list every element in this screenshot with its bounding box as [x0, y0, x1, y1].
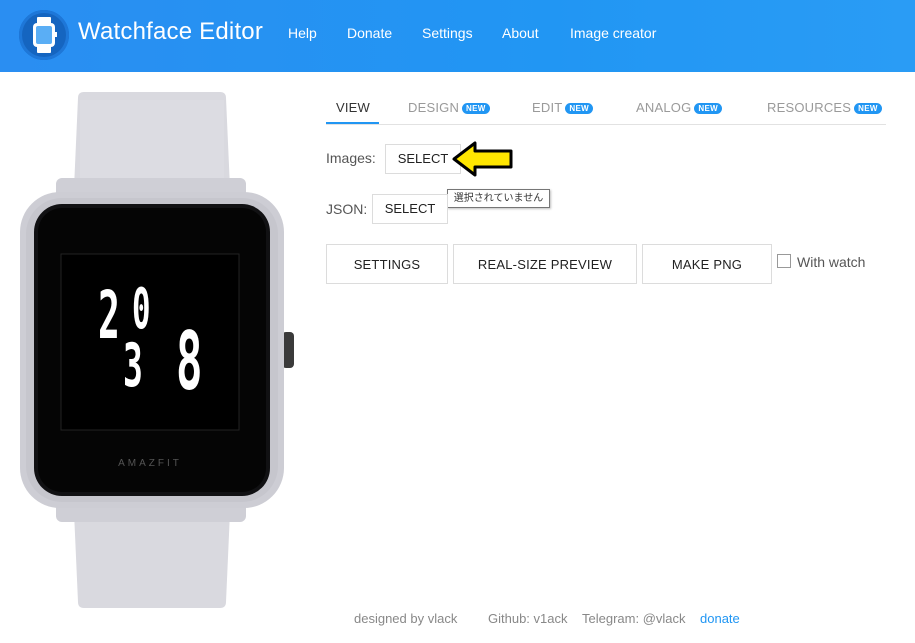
- nav-help[interactable]: Help: [288, 25, 317, 41]
- tab-resources[interactable]: RESOURCES NEW: [767, 100, 882, 115]
- tab-design[interactable]: DESIGN NEW: [408, 100, 490, 115]
- app-header: Watchface Editor Help Donate Settings Ab…: [0, 0, 915, 72]
- time-digit: 3: [123, 331, 143, 401]
- new-badge: NEW: [462, 103, 490, 114]
- tab-analog[interactable]: ANALOG NEW: [636, 100, 722, 115]
- footer-donate-link[interactable]: donate: [700, 611, 740, 626]
- tab-view[interactable]: VIEW: [336, 100, 370, 115]
- make-png-button[interactable]: MAKE PNG: [642, 244, 772, 284]
- time-digit: 8: [176, 315, 203, 408]
- real-size-preview-button[interactable]: REAL-SIZE PREVIEW: [453, 244, 637, 284]
- arrow-pointer-icon: [452, 141, 513, 177]
- new-badge: NEW: [565, 103, 593, 114]
- nav-settings[interactable]: Settings: [422, 25, 473, 41]
- app-title: Watchface Editor: [78, 18, 264, 45]
- tab-label: RESOURCES: [767, 100, 852, 115]
- nav-image-creator[interactable]: Image creator: [570, 25, 656, 41]
- watch-brand: AMAZFIT: [118, 458, 182, 469]
- tab-edit[interactable]: EDIT NEW: [532, 100, 593, 115]
- nav-donate[interactable]: Donate: [347, 25, 392, 41]
- footer-designed-by: designed by vlack: [354, 611, 458, 626]
- tab-label: EDIT: [532, 100, 563, 115]
- footer-github: Github: v1ack: [488, 611, 568, 626]
- new-badge: NEW: [694, 103, 722, 114]
- file-tooltip: 選択されていません: [447, 189, 550, 208]
- time-digit: 2: [98, 277, 120, 354]
- watch-logo-icon[interactable]: [19, 10, 69, 60]
- nav-about[interactable]: About: [502, 25, 539, 41]
- footer-telegram: Telegram: @vlack: [582, 611, 686, 626]
- tab-label: DESIGN: [408, 100, 460, 115]
- with-watch-label: With watch: [797, 254, 866, 270]
- settings-button[interactable]: SETTINGS: [326, 244, 448, 284]
- watch-preview: AMAZFIT 2 0 3 8: [18, 92, 298, 615]
- select-images-button[interactable]: SELECT: [385, 144, 461, 174]
- tab-label: VIEW: [336, 100, 371, 115]
- watch-image: AMAZFIT: [20, 92, 294, 608]
- images-label: Images:: [326, 150, 376, 166]
- with-watch-checkbox[interactable]: [777, 254, 791, 268]
- json-label: JSON:: [326, 201, 368, 217]
- tab-label: ANALOG: [636, 100, 692, 115]
- editor-tabs: VIEW DESIGN NEW EDIT NEW ANALOG NEW RESOURC…: [326, 92, 886, 125]
- new-badge: NEW: [854, 103, 882, 114]
- select-json-button[interactable]: SELECT: [372, 194, 448, 224]
- active-tab-indicator: [326, 122, 379, 124]
